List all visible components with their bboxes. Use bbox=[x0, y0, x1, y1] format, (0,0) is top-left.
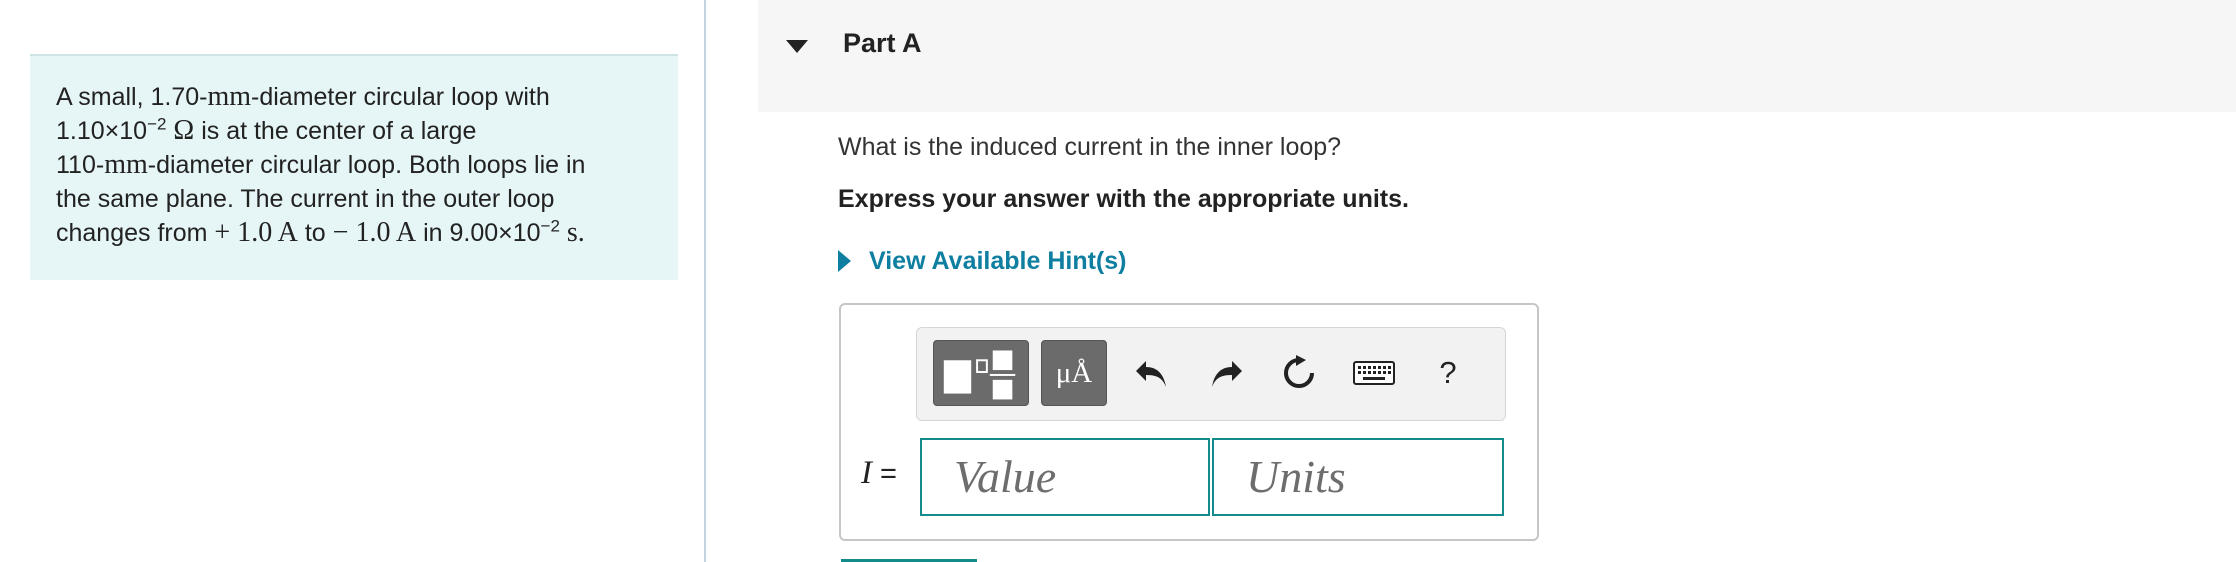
math-value: − 1.0 A bbox=[332, 217, 417, 248]
problem-text: A small, 1.70-mm-diameter circular loop … bbox=[56, 80, 652, 250]
math-unit: mm bbox=[104, 149, 148, 180]
problem-text-segment: . bbox=[577, 217, 585, 248]
part-title: Part A bbox=[843, 28, 922, 58]
units-button[interactable]: μÅ bbox=[1041, 340, 1107, 406]
math-value: + 1.0 A bbox=[214, 217, 298, 248]
redo-button[interactable] bbox=[1203, 350, 1249, 396]
part-header[interactable] bbox=[758, 0, 2236, 112]
view-hints-link[interactable]: View Available Hint(s) bbox=[838, 244, 1126, 278]
problem-text-segment: A small, 1.70- bbox=[56, 83, 208, 111]
units-input[interactable]: Units bbox=[1212, 438, 1504, 516]
reset-button[interactable] bbox=[1276, 350, 1322, 396]
reset-icon bbox=[1284, 355, 1314, 388]
problem-text-segment: the same plane. The current in the outer… bbox=[56, 185, 555, 213]
keyboard-icon bbox=[1353, 361, 1395, 385]
answer-variable-label: I = bbox=[861, 455, 897, 492]
answer-variable: I bbox=[861, 455, 872, 491]
help-icon: ? bbox=[1439, 355, 1457, 390]
value-input[interactable]: Value bbox=[920, 438, 1210, 516]
math-unit: s bbox=[566, 217, 578, 248]
equals-sign: = bbox=[872, 458, 897, 490]
problem-text-segment: -diameter circular loop. Both loops lie … bbox=[147, 151, 586, 179]
templates-button[interactable] bbox=[933, 340, 1029, 406]
undo-icon bbox=[1136, 361, 1166, 387]
units-icon: μÅ bbox=[1055, 356, 1093, 389]
problem-text-segment: 1.10×10 bbox=[56, 117, 148, 145]
keyboard-button[interactable] bbox=[1350, 350, 1398, 396]
collapse-caret-icon[interactable] bbox=[786, 40, 808, 53]
problem-text-segment: 110- bbox=[56, 151, 105, 179]
hint-link-label: View Available Hint(s) bbox=[869, 246, 1127, 275]
column-divider bbox=[704, 0, 706, 562]
exponent: −2 bbox=[147, 114, 167, 134]
redo-icon bbox=[1212, 361, 1242, 387]
question-text: What is the induced current in the inner… bbox=[838, 133, 1342, 161]
undo-button[interactable] bbox=[1129, 350, 1175, 396]
caret-right-icon bbox=[838, 250, 851, 272]
math-toolbar: μÅ ? bbox=[916, 327, 1506, 421]
help-button[interactable]: ? bbox=[1425, 350, 1471, 396]
problem-statement: A small, 1.70-mm-diameter circular loop … bbox=[30, 54, 678, 280]
math-unit: mm bbox=[207, 81, 252, 112]
problem-text-segment: changes from bbox=[56, 219, 208, 247]
problem-text-segment: is at the center of a large bbox=[201, 117, 477, 145]
problem-text-segment: in 9.00×10 bbox=[423, 219, 541, 247]
templates-icon bbox=[943, 350, 1016, 400]
instruction-text: Express your answer with the appropriate… bbox=[838, 185, 1409, 213]
problem-text-segment: to bbox=[304, 219, 326, 247]
exponent: −2 bbox=[540, 216, 560, 236]
math-unit: Ω bbox=[173, 115, 195, 146]
problem-text-segment: -diameter circular loop with bbox=[251, 83, 550, 111]
